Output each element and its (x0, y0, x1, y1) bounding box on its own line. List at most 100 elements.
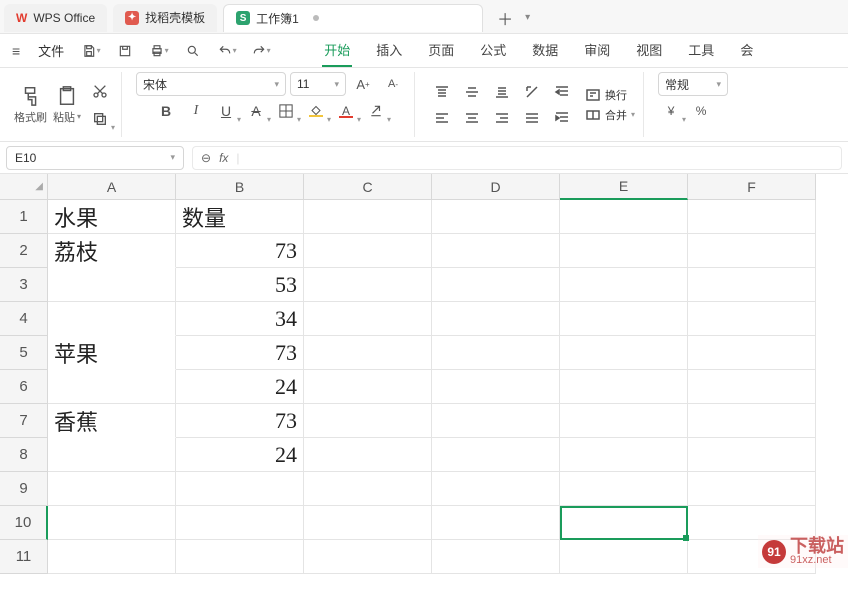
cell-D1[interactable] (432, 200, 560, 234)
cell-D5[interactable] (432, 336, 560, 370)
strikethrough-button[interactable]: A (243, 100, 269, 122)
cell-A8[interactable] (48, 438, 176, 472)
cell-E3[interactable] (560, 268, 688, 302)
row-header-9[interactable]: 9 (0, 472, 48, 506)
menu-data[interactable]: 数据 (530, 34, 560, 67)
cell-C5[interactable] (304, 336, 432, 370)
indent-decrease-button[interactable] (549, 81, 575, 103)
italic-button[interactable]: I (183, 100, 209, 122)
decrease-font-button[interactable]: A- (380, 73, 406, 95)
cell-E2[interactable] (560, 234, 688, 268)
row-header-5[interactable]: 5 (0, 336, 48, 370)
currency-button[interactable]: ¥ (658, 100, 684, 122)
row-header-1[interactable]: 1 (0, 200, 48, 234)
cell-A7[interactable]: 香蕉 (48, 404, 176, 438)
cell-C3[interactable] (304, 268, 432, 302)
indent-increase-button[interactable] (549, 107, 575, 129)
cell-D11[interactable] (432, 540, 560, 574)
align-top-button[interactable] (429, 81, 455, 103)
cell-F3[interactable] (688, 268, 816, 302)
select-all-corner[interactable]: ◢ (0, 174, 48, 200)
cell-F5[interactable] (688, 336, 816, 370)
cell-E4[interactable] (560, 302, 688, 336)
cell-F6[interactable] (688, 370, 816, 404)
row-header-10[interactable]: 10 (0, 506, 48, 540)
cell-C11[interactable] (304, 540, 432, 574)
menu-member[interactable]: 会 (738, 34, 755, 67)
cell-F9[interactable] (688, 472, 816, 506)
row-header-2[interactable]: 2 (0, 234, 48, 268)
cell-F8[interactable] (688, 438, 816, 472)
increase-font-button[interactable]: A+ (350, 73, 376, 95)
row-header-7[interactable]: 7 (0, 404, 48, 438)
cut-button[interactable] (87, 80, 113, 102)
cell-C4[interactable] (304, 302, 432, 336)
menu-view[interactable]: 视图 (634, 34, 664, 67)
menu-review[interactable]: 审阅 (582, 34, 612, 67)
cell-A2[interactable]: 荔枝 (48, 234, 176, 268)
cell-E11[interactable] (560, 540, 688, 574)
redo-button[interactable] (248, 38, 274, 64)
cell-A4[interactable] (48, 302, 176, 336)
cell-B10[interactable] (176, 506, 304, 540)
format-painter-button[interactable]: 格式刷 (14, 85, 47, 125)
percent-button[interactable]: % (688, 100, 714, 122)
row-header-6[interactable]: 6 (0, 370, 48, 404)
orientation-button[interactable] (519, 81, 545, 103)
wrap-text-button[interactable]: 换行 (585, 87, 635, 103)
cell-D6[interactable] (432, 370, 560, 404)
row-header-4[interactable]: 4 (0, 302, 48, 336)
cell-B3[interactable]: 53 (176, 268, 304, 302)
copy-button[interactable] (87, 108, 113, 130)
cell-B11[interactable] (176, 540, 304, 574)
new-tab-button[interactable]: ＋ (493, 6, 517, 30)
menu-formula[interactable]: 公式 (478, 34, 508, 67)
menu-start[interactable]: 开始 (322, 34, 352, 67)
cell-B8[interactable]: 24 (176, 438, 304, 472)
cell-B4[interactable]: 34 (176, 302, 304, 336)
cell-D9[interactable] (432, 472, 560, 506)
cell-E9[interactable] (560, 472, 688, 506)
hamburger-icon[interactable]: ≡ (8, 43, 24, 59)
cell-E7[interactable] (560, 404, 688, 438)
cell-D4[interactable] (432, 302, 560, 336)
col-header-A[interactable]: A (48, 174, 176, 200)
cancel-formula-icon[interactable]: ⊖ (201, 151, 211, 165)
tab-template[interactable]: ✦ 找稻壳模板 (113, 4, 217, 32)
align-left-button[interactable] (429, 107, 455, 129)
cell-E1[interactable] (560, 200, 688, 234)
save-as-button[interactable] (112, 38, 138, 64)
col-header-E[interactable]: E (560, 174, 688, 200)
cell-B1[interactable]: 数量 (176, 200, 304, 234)
cell-E6[interactable] (560, 370, 688, 404)
cell-F1[interactable] (688, 200, 816, 234)
cell-D3[interactable] (432, 268, 560, 302)
cell-A1[interactable]: 水果 (48, 200, 176, 234)
cell-B6[interactable]: 24 (176, 370, 304, 404)
tab-workbook[interactable]: S 工作簿1 (223, 4, 483, 32)
cell-A3[interactable] (48, 268, 176, 302)
fx-icon[interactable]: fx (219, 151, 228, 165)
row-header-8[interactable]: 8 (0, 438, 48, 472)
menu-page[interactable]: 页面 (426, 34, 456, 67)
tab-wps-office[interactable]: W WPS Office (4, 4, 107, 32)
tab-overflow-button[interactable]: ▾ (525, 12, 530, 23)
cell-C9[interactable] (304, 472, 432, 506)
font-color-button[interactable]: A (333, 100, 359, 122)
cell-C1[interactable] (304, 200, 432, 234)
cell-B2[interactable]: 73 (176, 234, 304, 268)
print-preview-button[interactable] (180, 38, 206, 64)
underline-button[interactable]: U (213, 100, 239, 122)
cell-D8[interactable] (432, 438, 560, 472)
cell-D7[interactable] (432, 404, 560, 438)
align-middle-button[interactable] (459, 81, 485, 103)
cell-A9[interactable] (48, 472, 176, 506)
fill-color-button[interactable] (303, 100, 329, 122)
cell-C6[interactable] (304, 370, 432, 404)
cell-B9[interactable] (176, 472, 304, 506)
cell-C10[interactable] (304, 506, 432, 540)
align-right-button[interactable] (489, 107, 515, 129)
cell-F4[interactable] (688, 302, 816, 336)
align-bottom-button[interactable] (489, 81, 515, 103)
name-box[interactable]: E10 ▾ (6, 146, 184, 170)
